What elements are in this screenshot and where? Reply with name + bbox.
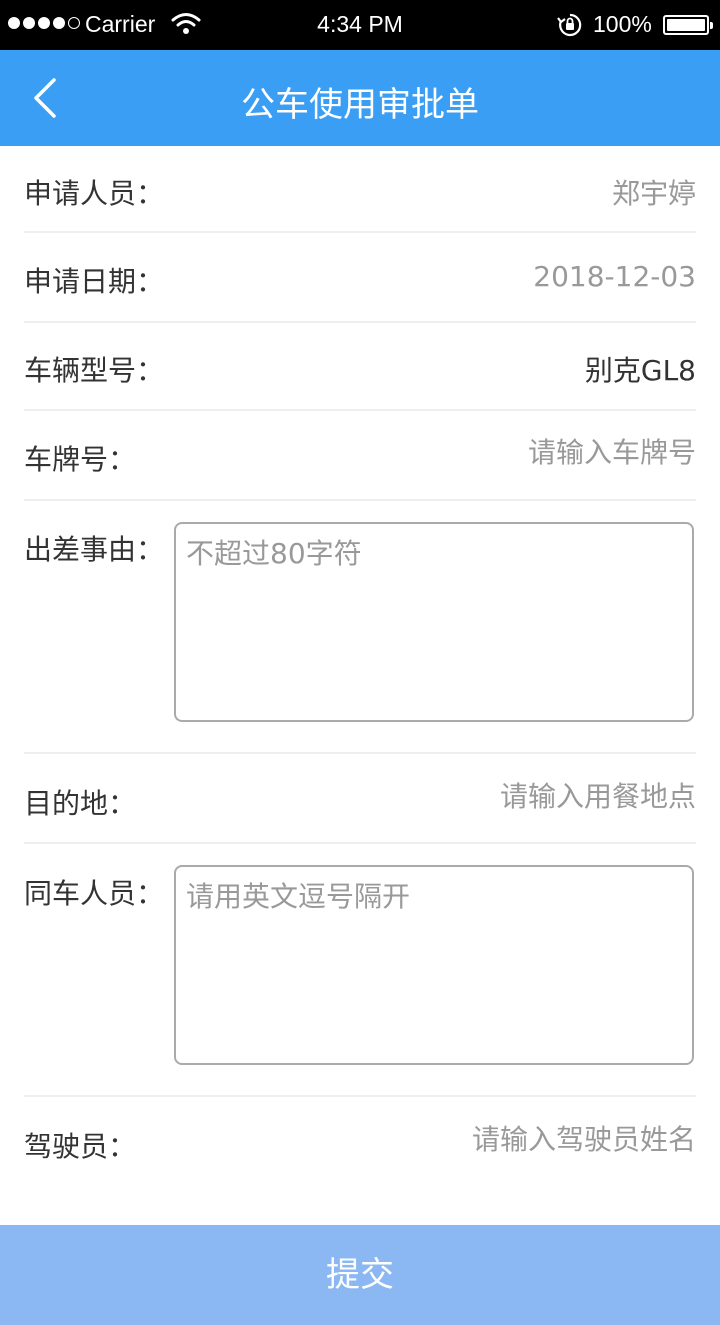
vehicle-model-row[interactable]: 车辆型号： 别克GL8 — [24, 323, 696, 411]
page-title: 公车使用审批单 — [241, 85, 479, 125]
date-label: 申请日期： — [24, 265, 165, 298]
destination-row: 目的地： — [24, 754, 696, 844]
destination-input[interactable] — [336, 780, 696, 813]
approval-form: 申请人员： 郑宇婷 申请日期： 2018-12-03 车辆型号： 别克GL8 车… — [24, 146, 696, 1191]
applicant-value: 郑宇婷 — [611, 177, 696, 210]
date-row: 申请日期： 2018-12-03 — [24, 233, 696, 323]
companions-row: 同车人员： — [24, 844, 696, 1097]
reason-textarea[interactable] — [174, 522, 694, 722]
plate-row: 车牌号： — [24, 411, 696, 501]
companions-textarea[interactable] — [174, 865, 694, 1065]
applicant-row: 申请人员： 郑宇婷 — [24, 146, 696, 233]
submit-button[interactable]: 提交 — [0, 1225, 720, 1325]
battery-percent: 100% — [593, 11, 652, 37]
vehicle-model-value[interactable]: 别克GL8 — [585, 349, 696, 389]
plate-input[interactable] — [336, 436, 696, 469]
vehicle-model-label: 车辆型号： — [24, 354, 165, 387]
orientation-lock-icon — [557, 12, 583, 44]
nav-bar: 公车使用审批单 — [0, 50, 720, 146]
reason-row: 出差事由： — [24, 501, 696, 754]
companions-label: 同车人员： — [24, 877, 165, 910]
date-value: 2018-12-03 — [533, 260, 696, 293]
reason-label: 出差事由： — [24, 533, 165, 566]
destination-label: 目的地： — [24, 787, 137, 820]
status-bar: Carrier 4:34 PM 100% — [0, 0, 720, 50]
driver-row: 驾驶员： — [24, 1097, 696, 1191]
plate-label: 车牌号： — [24, 443, 137, 476]
battery-icon — [663, 15, 713, 35]
driver-label: 驾驶员： — [24, 1130, 137, 1163]
driver-input[interactable] — [336, 1123, 696, 1156]
applicant-label: 申请人员： — [24, 177, 165, 210]
